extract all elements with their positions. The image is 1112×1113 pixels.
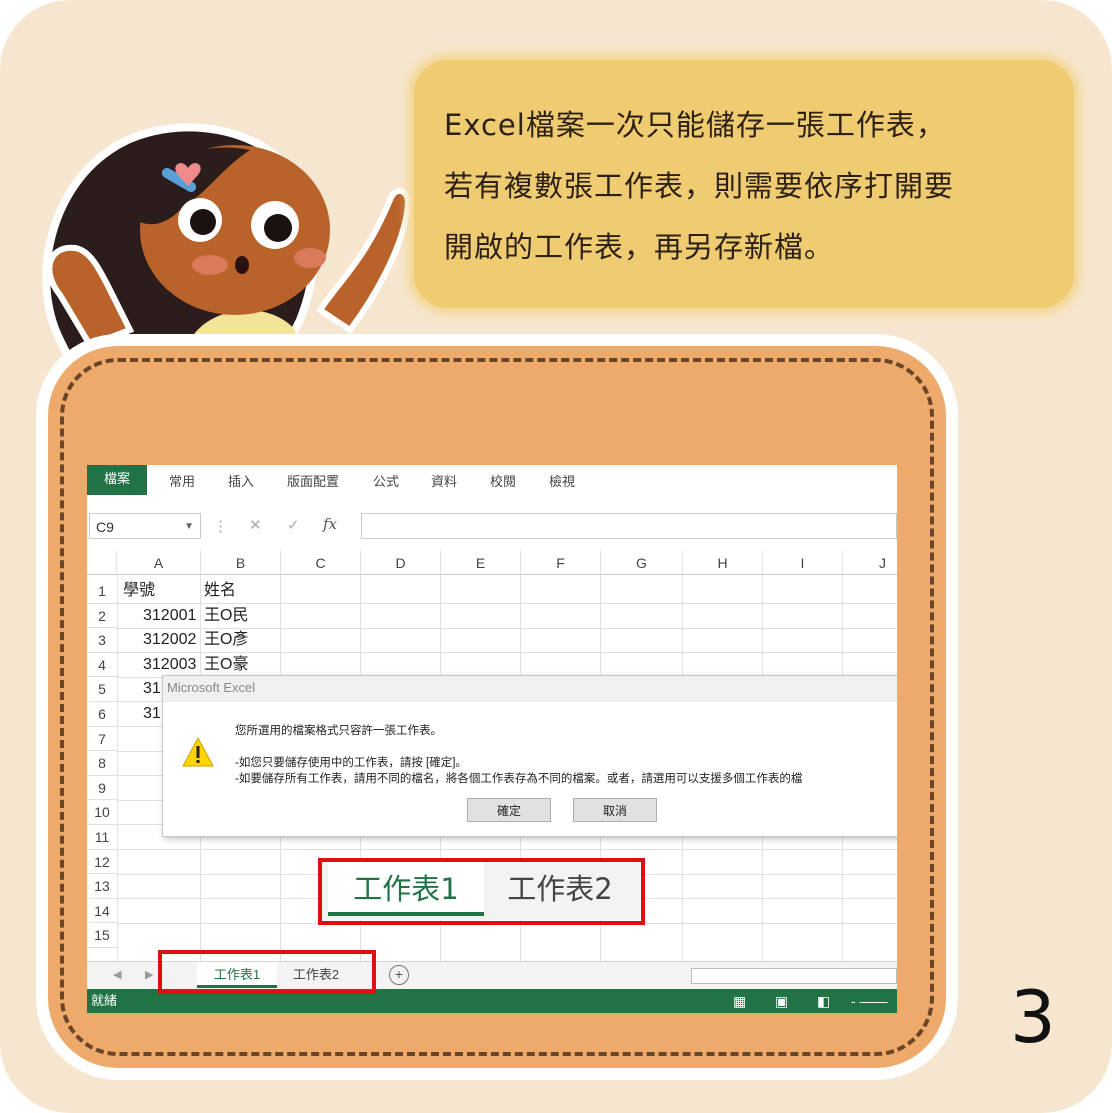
column-header[interactable]: A xyxy=(117,551,201,575)
row-header[interactable]: 4 xyxy=(87,653,117,678)
page-break-view-icon[interactable]: ◧ xyxy=(817,989,830,1013)
ribbon-tab-file[interactable]: 檔案 xyxy=(87,465,147,495)
ribbon-tab-data[interactable]: 資料 xyxy=(431,471,457,490)
ribbon-tab-home[interactable]: 常用 xyxy=(169,471,195,490)
row-header[interactable]: 1 xyxy=(87,579,117,604)
cancel-icon[interactable]: ✕ xyxy=(249,516,262,534)
column-header[interactable]: H xyxy=(683,551,763,575)
cell-b2[interactable]: 王O民 xyxy=(204,604,248,628)
normal-view-icon[interactable]: ▦ xyxy=(733,989,746,1013)
row-header[interactable]: 15 xyxy=(87,923,117,948)
row-header[interactable]: 11 xyxy=(87,825,117,850)
page-layout-view-icon[interactable]: ▣ xyxy=(775,989,788,1013)
cell-a3[interactable]: 312002 xyxy=(143,628,196,652)
formula-input[interactable] xyxy=(361,513,897,539)
scroll-left-icon[interactable]: ◀ xyxy=(113,968,121,981)
dialog-body: 您所選用的檔案格式只容許一張工作表。 -如您只要儲存使用中的工作表，請按 [確定… xyxy=(163,702,897,836)
status-text: 就緒 xyxy=(91,993,118,1008)
scroll-right-icon[interactable]: ▶ xyxy=(145,968,153,981)
cell-a1[interactable]: 學號 xyxy=(123,579,155,603)
row-header[interactable]: 10 xyxy=(87,800,117,825)
column-header[interactable]: D xyxy=(361,551,441,575)
gridline xyxy=(117,849,897,850)
row-header[interactable]: 9 xyxy=(87,776,117,801)
column-header[interactable]: E xyxy=(441,551,521,575)
dialog-title: Microsoft Excel xyxy=(167,680,256,695)
select-all-corner[interactable] xyxy=(87,551,117,575)
row-header[interactable]: 3 xyxy=(87,628,117,653)
cell-a6[interactable]: 31 xyxy=(143,702,161,726)
background-card: Excel檔案一次只能儲存一張工作表， 若有複數張工作表，則需要依序打開要 開啟… xyxy=(0,0,1112,1113)
chevron-down-icon[interactable]: ▼ xyxy=(184,514,194,540)
warning-icon xyxy=(182,736,214,767)
name-box[interactable]: C9 ▼ xyxy=(89,513,201,539)
column-header[interactable]: J xyxy=(843,551,897,575)
page-number: 3 xyxy=(1010,975,1056,1059)
row-header[interactable]: 14 xyxy=(87,899,117,924)
ok-button[interactable]: 確定 xyxy=(467,798,551,822)
ribbon-tab-page-layout[interactable]: 版面配置 xyxy=(287,471,339,490)
cell-b1[interactable]: 姓名 xyxy=(204,579,236,603)
name-box-value: C9 xyxy=(96,519,114,535)
ribbon-tab-insert[interactable]: 插入 xyxy=(228,471,254,490)
column-header[interactable]: G xyxy=(601,551,683,575)
column-header[interactable]: F xyxy=(521,551,601,575)
ribbon-tab-view[interactable]: 檢視 xyxy=(549,471,575,490)
gridline xyxy=(117,575,118,965)
cancel-button[interactable]: 取消 xyxy=(573,798,657,822)
cell-a2[interactable]: 312001 xyxy=(143,604,196,628)
formula-icons: ⋮ ✕ ✓ fx xyxy=(207,513,357,539)
confirm-icon[interactable]: ✓ xyxy=(287,516,300,534)
zoom-slider[interactable]: - —— xyxy=(851,989,888,1013)
insert-function-icon[interactable]: fx xyxy=(323,515,337,533)
more-icon: ⋮ xyxy=(213,518,228,535)
dialog-message-1: 您所選用的檔案格式只容許一張工作表。 xyxy=(235,725,442,737)
row-header[interactable]: 2 xyxy=(87,604,117,629)
speech-bubble: Excel檔案一次只能儲存一張工作表， 若有複數張工作表，則需要依序打開要 開啟… xyxy=(414,60,1074,308)
bubble-line-1: Excel檔案一次只能儲存一張工作表， xyxy=(444,108,946,142)
cell-a4[interactable]: 312003 xyxy=(143,653,196,677)
dialog-message-2: -如您只要儲存使用中的工作表，請按 [確定]。 xyxy=(235,757,467,769)
row-header[interactable]: 5 xyxy=(87,677,117,702)
ribbon-tab-formulas[interactable]: 公式 xyxy=(373,471,399,490)
girl-illustration xyxy=(42,123,412,380)
dialog-message-3: -如要儲存所有工作表，請用不同的檔名，將各個工作表存為不同的檔案。或者，請選用可… xyxy=(235,773,803,785)
row-header[interactable]: 13 xyxy=(87,874,117,899)
column-header[interactable]: C xyxy=(281,551,361,575)
save-warning-dialog: Microsoft Excel 您所選用的檔案格式只容許一張工作表。 -如您只要… xyxy=(162,675,897,837)
horizontal-scrollbar[interactable] xyxy=(691,968,897,984)
add-sheet-icon[interactable]: + xyxy=(389,965,409,985)
row-header[interactable]: 8 xyxy=(87,751,117,776)
bubble-line-2: 若有複數張工作表，則需要依序打開要 xyxy=(444,169,955,203)
highlight-box-zoom xyxy=(318,858,645,925)
formula-bar: C9 ▼ ⋮ ✕ ✓ fx xyxy=(87,509,897,543)
cell-a5[interactable]: 31 xyxy=(143,677,161,701)
ribbon-tab-review[interactable]: 校閱 xyxy=(490,471,516,490)
highlight-box-tabs xyxy=(158,950,376,994)
bubble-line-3: 開啟的工作表，再另存新檔。 xyxy=(444,230,835,264)
ribbon: 檔案 常用 插入 版面配置 公式 資料 校閱 檢視 xyxy=(87,465,897,495)
column-header[interactable]: B xyxy=(201,551,281,575)
row-header[interactable]: 12 xyxy=(87,850,117,875)
row-header[interactable]: 7 xyxy=(87,727,117,752)
cell-b3[interactable]: 王O彥 xyxy=(204,628,248,652)
cell-b4[interactable]: 王O豪 xyxy=(204,653,248,677)
row-header[interactable]: 6 xyxy=(87,702,117,727)
column-header[interactable]: I xyxy=(763,551,843,575)
excel-window: 檔案 常用 插入 版面配置 公式 資料 校閱 檢視 C9 ▼ ⋮ ✕ ✓ fx A… xyxy=(87,465,897,1013)
